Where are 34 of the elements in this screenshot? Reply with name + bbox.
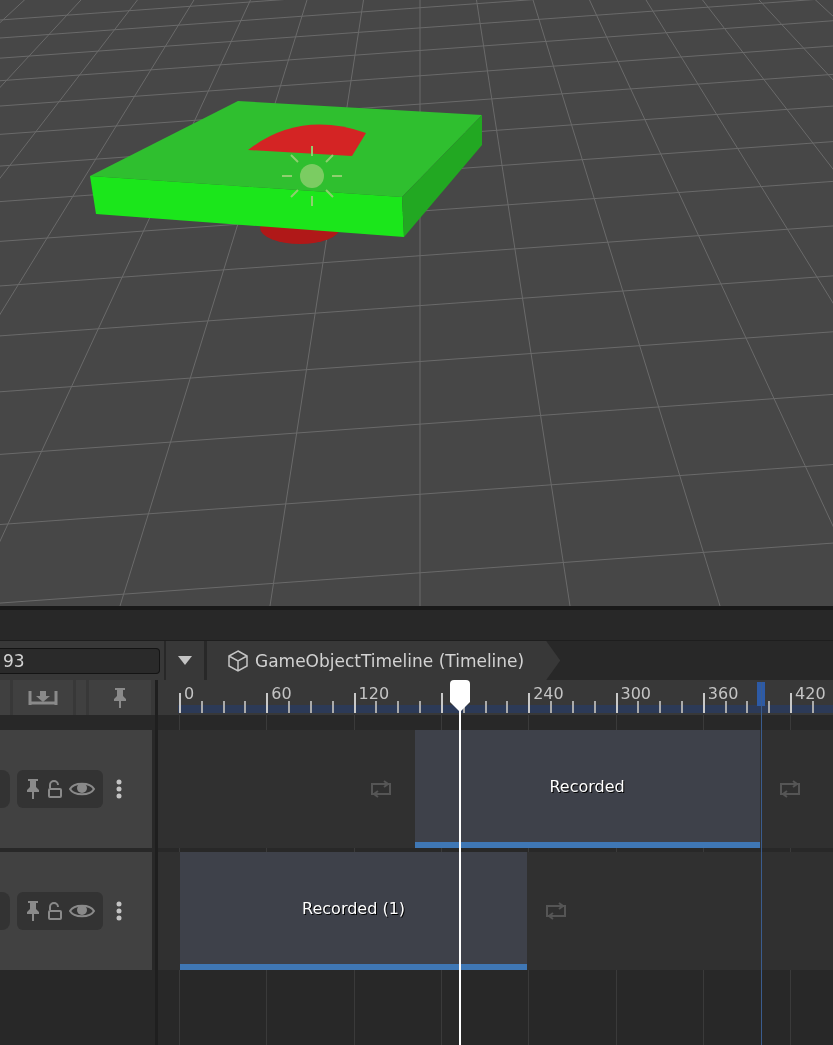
loop-icon bbox=[544, 902, 567, 920]
end-marker[interactable] bbox=[757, 682, 765, 1045]
lock-icon[interactable] bbox=[47, 901, 63, 921]
ruler-label: 240 bbox=[533, 684, 564, 703]
lock-icon[interactable] bbox=[47, 779, 63, 799]
ruler-label: 120 bbox=[358, 684, 390, 703]
eye-icon[interactable] bbox=[69, 780, 95, 798]
toolbar-button[interactable] bbox=[89, 680, 151, 715]
more-icon[interactable] bbox=[116, 779, 122, 799]
toolbar-button[interactable] bbox=[13, 680, 73, 715]
frame-field[interactable]: 93 bbox=[0, 647, 160, 674]
pin-icon[interactable] bbox=[25, 900, 41, 922]
ruler-label: 60 bbox=[271, 684, 292, 703]
eye-icon[interactable] bbox=[69, 902, 95, 920]
clip[interactable]: Recorded (1) bbox=[180, 852, 527, 970]
ruler-label: 420 bbox=[795, 684, 826, 703]
track-header[interactable] bbox=[0, 852, 152, 970]
pin-icon[interactable] bbox=[25, 778, 41, 800]
cube-icon bbox=[227, 649, 249, 672]
loop-icon bbox=[370, 780, 393, 798]
ruler-label: 0 bbox=[184, 684, 195, 703]
ruler-label: 360 bbox=[707, 684, 739, 703]
ruler-label: 300 bbox=[620, 684, 652, 703]
loop-icon bbox=[779, 780, 802, 798]
playhead-handle[interactable] bbox=[449, 680, 470, 712]
dropdown-icon bbox=[178, 656, 192, 665]
dropdown-button[interactable] bbox=[166, 641, 204, 680]
pin-icon[interactable] bbox=[112, 686, 128, 709]
more-icon[interactable] bbox=[116, 901, 122, 921]
time-ruler[interactable]: 0 60 120 240 300 360 420 bbox=[158, 680, 833, 715]
breadcrumb[interactable]: GameObjectTimeline (Timeline) bbox=[207, 641, 561, 680]
track-header[interactable] bbox=[0, 730, 152, 848]
clip[interactable]: Recorded bbox=[414, 730, 760, 848]
insert-icon bbox=[28, 688, 58, 707]
